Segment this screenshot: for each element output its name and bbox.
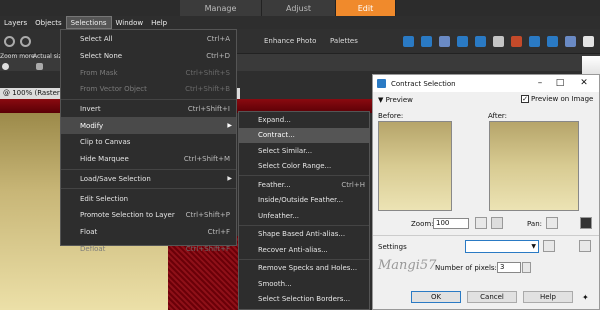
submenu-arrow-icon: ▶	[227, 122, 232, 130]
workspace-tabbar: Manage Adjust Edit	[0, 0, 600, 16]
minimize-icon[interactable]: –	[533, 78, 547, 88]
menu-window[interactable]: Window	[112, 16, 148, 29]
pixels-input[interactable]: 3	[497, 262, 521, 273]
menu-layers[interactable]: Layers	[0, 16, 31, 29]
help-icon[interactable]: ✦	[582, 293, 589, 302]
redo-icon[interactable]	[20, 36, 31, 47]
tool-icon[interactable]	[583, 36, 594, 47]
zoom-more-label: Zoom more	[0, 53, 35, 60]
cancel-button[interactable]: Cancel	[467, 291, 517, 303]
menubar: Layers Objects Selections Window Help	[0, 16, 600, 29]
menu-item-from-vector-object[interactable]: From Vector Object Ctrl+Shift+B	[61, 81, 236, 98]
submenu-item-unfeather[interactable]: Unfeather...	[239, 208, 369, 224]
menu-separator	[239, 258, 369, 260]
menu-item-edit-selection[interactable]: Edit Selection	[61, 190, 236, 207]
tool-icon[interactable]	[421, 36, 432, 47]
zoom-in-icon[interactable]	[475, 217, 487, 229]
zoom-out-icon[interactable]	[491, 217, 503, 229]
tool-icon[interactable]	[547, 36, 558, 47]
tab-manage[interactable]: Manage	[180, 0, 262, 16]
tool-icon[interactable]	[565, 36, 576, 47]
menu-item-hide-marquee[interactable]: Hide Marquee Ctrl+Shift+M	[61, 151, 236, 168]
close-icon[interactable]: ✕	[577, 78, 591, 88]
pixels-label: Number of pixels:	[435, 264, 497, 272]
tool-icon[interactable]	[529, 36, 540, 47]
palettes-button[interactable]: Palettes	[330, 37, 358, 45]
submenu-item-shape-based-antialias[interactable]: Shape Based Anti-alias...	[239, 227, 369, 243]
submenu-item-remove-specks[interactable]: Remove Specks and Holes...	[239, 261, 369, 277]
submenu-arrow-icon: ▶	[227, 175, 232, 183]
menu-item-modify[interactable]: Modify ▶	[61, 117, 236, 135]
tool-icon[interactable]	[511, 36, 522, 47]
reset-icon[interactable]	[579, 240, 591, 252]
after-label: After:	[488, 112, 508, 120]
menu-item-from-mask[interactable]: From Mask Ctrl+Shift+S	[61, 64, 236, 81]
navigate-icon[interactable]	[580, 217, 592, 229]
zoom-label: Zoom:	[411, 220, 434, 228]
menu-item-defloat[interactable]: Defloat Ctrl+Shift+F	[61, 240, 236, 257]
menu-item-load-save-selection[interactable]: Load/Save Selection ▶	[61, 171, 236, 188]
dialog-title: Contract Selection	[391, 79, 456, 88]
menu-objects[interactable]: Objects	[31, 16, 65, 29]
submenu-item-smooth[interactable]: Smooth...	[239, 276, 369, 292]
enhance-photo-button[interactable]: Enhance Photo	[264, 37, 316, 45]
preview-on-image-checkbox[interactable]: ✓ Preview on Image	[521, 95, 593, 103]
tool-icon[interactable]	[493, 36, 504, 47]
before-preview[interactable]	[378, 121, 452, 211]
save-preset-icon[interactable]	[543, 240, 555, 252]
menu-item-promote-selection[interactable]: Promote Selection to Layer Ctrl+Shift+P	[61, 207, 236, 224]
zoom-icon[interactable]	[2, 63, 9, 70]
tool-icon[interactable]	[439, 36, 450, 47]
undo-icon[interactable]	[4, 36, 15, 47]
submenu-item-inside-outside-feather[interactable]: Inside/Outside Feather...	[239, 193, 369, 209]
tool-icon[interactable]	[403, 36, 414, 47]
menu-separator	[61, 98, 236, 100]
watermark-signature: Mangi57	[378, 258, 437, 273]
pixels-stepper[interactable]	[522, 262, 531, 273]
submenu-item-select-selection-borders[interactable]: Select Selection Borders...	[239, 292, 369, 308]
dialog-titlebar: Contract Selection – □ ✕	[373, 75, 599, 92]
contract-selection-dialog: Contract Selection – □ ✕ ▼ Preview ✓ Pre…	[372, 74, 600, 310]
tool-icon[interactable]	[457, 36, 468, 47]
pan-label: Pan:	[527, 220, 542, 228]
tab-edit[interactable]: Edit	[336, 0, 396, 16]
submenu-item-recover-antialias[interactable]: Recover Anti-alias...	[239, 242, 369, 258]
collapse-arrow-icon: ▼	[378, 96, 384, 104]
selections-menu: Select All Ctrl+A Select None Ctrl+D From …	[60, 29, 237, 253]
menu-selections[interactable]: Selections	[65, 16, 112, 29]
settings-dropdown[interactable]: ▼	[465, 240, 539, 253]
menu-item-select-all[interactable]: Select All Ctrl+A	[61, 31, 236, 48]
maximize-icon[interactable]: □	[553, 78, 567, 88]
zoom-input[interactable]: 100	[433, 218, 469, 229]
menu-separator	[239, 175, 369, 176]
menu-item-float[interactable]: Float Ctrl+F	[61, 224, 236, 241]
ok-button[interactable]: OK	[411, 291, 461, 303]
menu-item-clip-to-canvas[interactable]: Clip to Canvas	[61, 134, 236, 151]
menu-item-select-none[interactable]: Select None Ctrl+D	[61, 48, 236, 65]
divider	[373, 235, 599, 236]
checkbox-checked-icon: ✓	[521, 95, 529, 103]
submenu-item-contract[interactable]: Contract...	[239, 127, 369, 143]
submenu-item-expand[interactable]: Expand...	[239, 112, 369, 128]
before-label: Before:	[378, 112, 404, 120]
modify-submenu: Expand... Contract... Select Similar... …	[238, 111, 370, 310]
menu-separator	[239, 224, 369, 226]
submenu-item-select-color-range[interactable]: Select Color Range...	[239, 159, 369, 175]
tool-icon[interactable]	[475, 36, 486, 47]
menu-help[interactable]: Help	[147, 16, 171, 29]
help-button[interactable]: Help	[523, 291, 573, 303]
pan-icon[interactable]	[546, 217, 558, 229]
actual-size-icon[interactable]	[36, 63, 43, 70]
app-icon	[377, 79, 386, 88]
menu-item-invert[interactable]: Invert Ctrl+Shift+I	[61, 101, 236, 118]
submenu-item-feather[interactable]: Feather... Ctrl+H	[239, 177, 369, 193]
chevron-down-icon: ▼	[531, 243, 536, 250]
menu-separator	[61, 188, 236, 190]
menu-separator	[61, 168, 236, 170]
after-preview[interactable]	[489, 121, 579, 211]
preview-toggle[interactable]: ▼ Preview	[378, 96, 413, 104]
submenu-item-select-similar[interactable]: Select Similar...	[239, 143, 369, 159]
tab-adjust[interactable]: Adjust	[262, 0, 336, 16]
settings-label: Settings	[378, 243, 407, 251]
